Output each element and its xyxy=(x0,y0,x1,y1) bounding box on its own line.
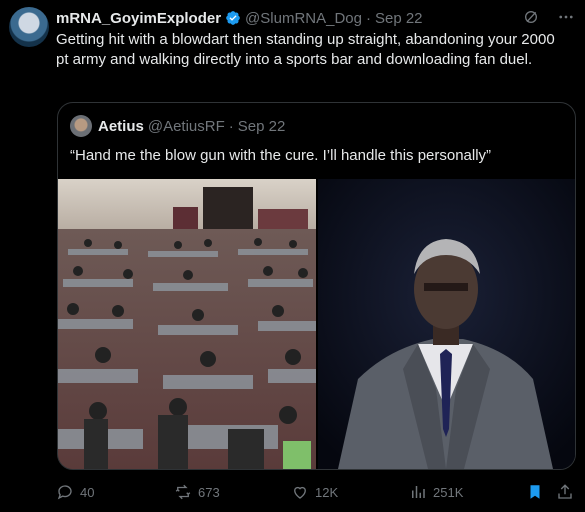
author-avatar[interactable] xyxy=(9,7,49,47)
separator-dot: · xyxy=(365,9,371,27)
views-count: 251K xyxy=(433,484,464,500)
repost-icon xyxy=(175,484,191,500)
bookmark-icon xyxy=(530,485,540,499)
share-icon xyxy=(558,484,572,499)
quote-image-tournament-hall[interactable] xyxy=(58,179,316,469)
like-button[interactable]: 12K xyxy=(291,480,338,504)
quote-author-avatar xyxy=(70,115,92,137)
reply-count: 40 xyxy=(80,484,95,500)
more-icon[interactable] xyxy=(557,8,575,26)
author-handle[interactable]: @SlumRNA_Dog xyxy=(245,10,362,27)
tweet-action-bar: 40 673 12K 251K xyxy=(56,480,576,504)
reply-icon xyxy=(57,485,72,500)
repost-button[interactable]: 673 xyxy=(174,480,220,504)
quote-author-display-name: Aetius xyxy=(98,117,144,135)
views-button[interactable]: 251K xyxy=(409,480,463,504)
quote-tweet-card[interactable]: Aetius @AetiusRF · Sep 22 “Hand me the b… xyxy=(57,102,576,470)
tweet-text: Getting hit with a blowdart then standin… xyxy=(56,31,555,68)
header-actions xyxy=(523,8,575,26)
views-icon xyxy=(412,486,425,498)
like-count: 12K xyxy=(315,484,339,500)
repost-count: 673 xyxy=(198,484,220,500)
reply-button[interactable]: 40 xyxy=(56,480,94,504)
quote-date: Sep 22 xyxy=(237,117,286,135)
share-button[interactable] xyxy=(556,480,574,504)
quote-header: Aetius @AetiusRF · Sep 22 xyxy=(70,115,285,137)
like-icon xyxy=(294,486,306,499)
tweet-date[interactable]: Sep 22 xyxy=(375,10,423,27)
quote-author-handle: @AetiusRF xyxy=(147,117,225,135)
quote-image-man-in-suit[interactable] xyxy=(318,179,575,469)
author-display-name[interactable]: mRNA_GoyimExploder xyxy=(56,10,221,27)
man-in-suit-illustration xyxy=(318,179,575,469)
quote-separator-dot: · xyxy=(228,117,234,135)
verified-badge-icon xyxy=(226,11,240,25)
bookmark-button[interactable] xyxy=(526,480,544,504)
quote-text: “Hand me the blow gun with the cure. I’l… xyxy=(70,147,492,164)
grok-icon[interactable] xyxy=(523,9,539,25)
tweet-header: mRNA_GoyimExploder @SlumRNA_Dog · Sep 22 xyxy=(56,8,575,28)
tournament-hall-illustration xyxy=(58,179,316,469)
